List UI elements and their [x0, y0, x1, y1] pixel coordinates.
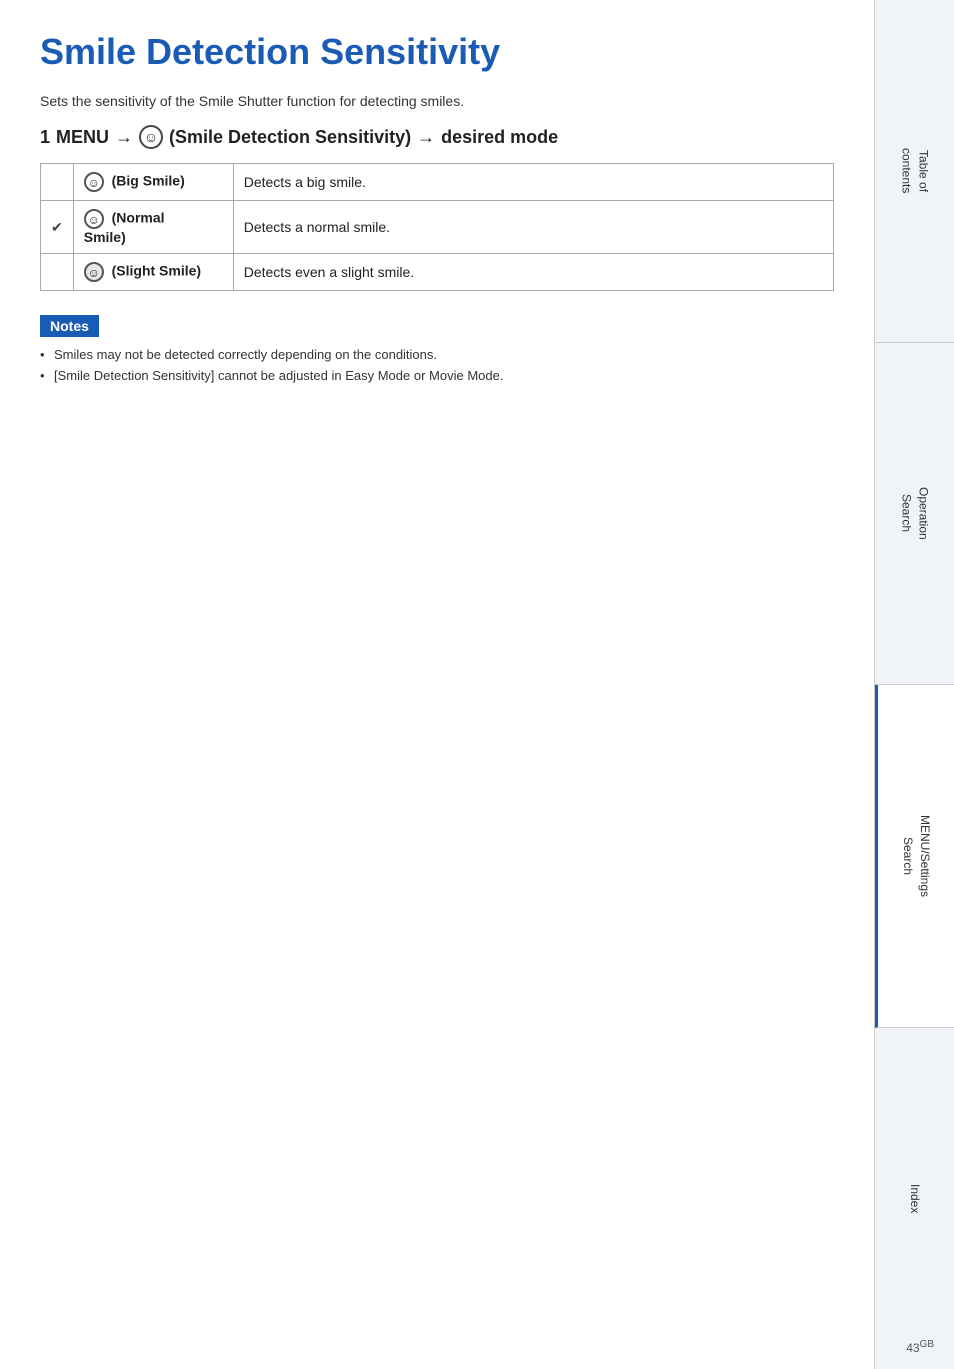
sidebar-tab-index[interactable]: Index [875, 1028, 954, 1369]
note-item-1: Smiles may not be detected correctly dep… [40, 347, 834, 362]
step-smile-icon: ☺ [139, 125, 163, 149]
option-big-smile: ☺ (Big Smile) [73, 164, 233, 201]
main-content: Smile Detection Sensitivity Sets the sen… [0, 0, 874, 1369]
sidebar-tab-operation-label: OperationSearch [898, 487, 932, 540]
check-cell-2: ✔ [41, 201, 74, 254]
notes-header: Notes [40, 315, 99, 337]
notes-list: Smiles may not be detected correctly dep… [40, 347, 834, 383]
big-smile-label: (Big Smile) [112, 173, 185, 189]
step-menu: MENU [56, 127, 109, 148]
option-normal-smile: ☺ (NormalSmile) [73, 201, 233, 254]
table-row: ☺ (Big Smile) Detects a big smile. [41, 164, 834, 201]
step-desired-mode: desired mode [441, 127, 558, 148]
big-smile-icon: ☺ [84, 172, 104, 192]
page-wrapper: Smile Detection Sensitivity Sets the sen… [0, 0, 954, 1369]
step-heading: 1 MENU → ☺ (Smile Detection Sensitivity)… [40, 125, 834, 149]
normal-smile-desc: Detects a normal smile. [233, 201, 833, 254]
sidebar-tab-index-label: Index [906, 1184, 923, 1213]
check-cell-1 [41, 164, 74, 201]
table-row: ✔ ☺ (NormalSmile) Detects a normal smile… [41, 201, 834, 254]
sidebar-tab-toc[interactable]: Table ofcontents [875, 0, 954, 343]
normal-smile-icon: ☺ [84, 209, 104, 229]
big-smile-desc: Detects a big smile. [233, 164, 833, 201]
step-arrow2: → [417, 127, 435, 148]
slight-smile-label: (Slight Smile) [112, 263, 201, 279]
check-cell-3 [41, 254, 74, 291]
step-sensitivity-text: (Smile Detection Sensitivity) [169, 127, 411, 148]
page-title: Smile Detection Sensitivity [40, 30, 834, 73]
option-slight-smile: ☺ (Slight Smile) [73, 254, 233, 291]
table-row: ☺ (Slight Smile) Detects even a slight s… [41, 254, 834, 291]
checkmark-icon: ✔ [51, 219, 63, 235]
notes-section: Notes Smiles may not be detected correct… [40, 315, 834, 383]
options-table: ☺ (Big Smile) Detects a big smile. ✔ ☺ (… [40, 163, 834, 291]
slight-smile-desc: Detects even a slight smile. [233, 254, 833, 291]
sidebar-tab-operation[interactable]: OperationSearch [875, 343, 954, 686]
note-item-2: [Smile Detection Sensitivity] cannot be … [40, 368, 834, 383]
slight-smile-icon: ☺ [84, 262, 104, 282]
intro-text: Sets the sensitivity of the Smile Shutte… [40, 93, 834, 109]
sidebar-tab-menu[interactable]: MENU/SettingsSearch [875, 685, 954, 1028]
sidebar-tab-toc-label: Table ofcontents [898, 148, 932, 193]
step-arrow1: → [115, 127, 133, 148]
step-number: 1 [40, 127, 50, 148]
sidebar: Table ofcontents OperationSearch MENU/Se… [874, 0, 954, 1369]
sidebar-tab-menu-label: MENU/SettingsSearch [899, 815, 933, 897]
